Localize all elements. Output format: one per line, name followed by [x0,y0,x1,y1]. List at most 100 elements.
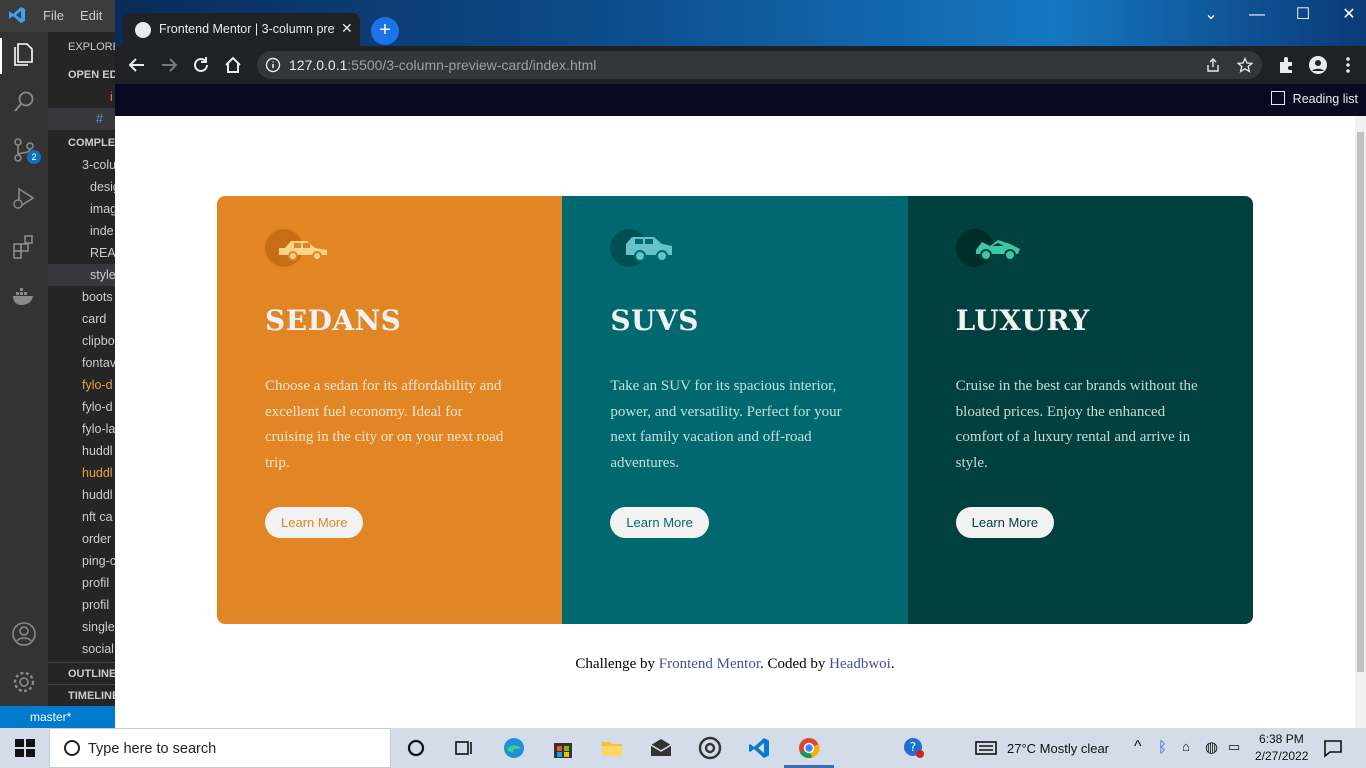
git-branch[interactable]: master* [30,710,71,724]
tray-chevron-icon[interactable]: ^ [1134,738,1142,756]
folder-item[interactable]: boots [48,286,115,308]
folder-item[interactable]: desig [48,176,115,198]
search-icon[interactable] [10,88,38,116]
card-sedans: SEDANS Choose a sedan for its affordabil… [217,196,563,624]
folder-item[interactable]: single [48,616,115,638]
edge-browser-icon[interactable] [502,736,526,760]
media-app-icon[interactable] [698,736,722,760]
reading-list-button[interactable]: Reading list [1270,91,1358,106]
task-view-icon[interactable] [452,736,476,760]
vscode-taskbar-icon[interactable] [747,736,771,760]
chrome-window: Frontend Mentor | 3-column preview card … [115,0,1366,728]
learn-more-button[interactable]: Learn More [265,507,364,538]
network-globe-icon[interactable]: ◍ [1205,738,1218,756]
address-bar[interactable]: 127.0.0.1:5500/3-column-preview-card/ind… [257,51,1262,79]
settings-gear-icon[interactable] [10,668,38,696]
menu-file[interactable]: File [43,8,64,23]
home-icon[interactable] [222,54,244,76]
folder-item[interactable]: social [48,638,115,660]
folder-item[interactable]: nft ca [48,506,115,528]
folder-item[interactable]: huddl [48,440,115,462]
run-debug-icon[interactable] [10,184,38,212]
close-window-button[interactable]: ✕ [1326,0,1366,30]
file-item-selected[interactable]: style [48,264,115,286]
workspace-header[interactable]: COMPLETE [48,132,115,154]
clock-date[interactable]: 2/27/2022 [1255,749,1308,763]
folder-item[interactable]: fylo-la [48,418,115,440]
folder-item[interactable]: order [48,528,115,550]
chrome-taskbar-icon[interactable] [797,736,821,760]
folder-item[interactable]: fylo-d [48,374,115,396]
suv-icon [610,229,673,267]
bluetooth-icon[interactable]: ᛒ [1158,739,1167,756]
forward-arrow-icon[interactable] [158,54,180,76]
bookmark-star-icon[interactable] [1237,57,1253,73]
extensions-puzzle-icon[interactable] [1275,54,1297,76]
folder-item[interactable]: imag [48,198,115,220]
open-editor-item[interactable]: i [48,86,115,108]
author-link[interactable]: Headbwoi [829,656,891,672]
folder-item[interactable]: fontav [48,352,115,374]
help-icon[interactable]: ? [902,736,926,760]
tab-search-chevron-icon[interactable]: ⌄ [1188,0,1234,30]
folder-item[interactable]: ping-c [48,550,115,572]
file-explorer-icon[interactable] [600,736,624,760]
microsoft-store-icon[interactable] [551,736,575,760]
frontend-mentor-link[interactable]: Frontend Mentor [659,656,760,672]
folder-item[interactable]: huddl [48,484,115,506]
timeline-header[interactable]: TIMELINE [48,684,115,706]
card-description: Choose a sedan for its affordability and… [265,378,504,471]
file-item[interactable]: inde [48,220,115,242]
search-placeholder: Type here to search [88,741,217,757]
maximize-button[interactable]: ☐ [1280,0,1326,30]
file-item[interactable]: REA [48,242,115,264]
share-icon[interactable] [1205,57,1221,73]
reading-list-icon [1270,91,1285,105]
extensions-icon[interactable] [10,232,38,260]
minimize-button[interactable]: — [1234,0,1280,30]
folder-item[interactable]: profil [48,594,115,616]
cortana-icon[interactable] [404,736,428,760]
tray-app-icon[interactable]: ⌂ [1182,739,1190,754]
files-icon[interactable] [10,40,38,68]
weather-text[interactable]: 27°C Mostly clear [1007,741,1109,756]
page-scrollbar[interactable] [1355,116,1366,728]
weather-icon [975,741,997,755]
folder-item[interactable]: huddl [48,462,115,484]
folder-item[interactable]: profil [48,572,115,594]
tab-title: Frontend Mentor | 3-column preview card [159,22,335,36]
battery-icon[interactable]: ▭ [1228,739,1240,755]
taskbar-search-box[interactable]: Type here to search [49,728,391,768]
tab-close-icon[interactable]: ✕ [341,20,353,37]
explorer-panel: EXPLORER OPEN ED i # COMPLETE 3-colu des… [48,32,115,706]
reload-icon[interactable] [190,54,212,76]
folder-item[interactable]: fylo-d [48,396,115,418]
account-icon[interactable] [10,620,38,648]
clock-time[interactable]: 6:38 PM [1259,732,1304,746]
chrome-menu-icon[interactable] [1337,54,1359,76]
open-editor-item-active[interactable]: # [48,108,115,130]
bookmarks-bar: Reading list [115,84,1366,116]
new-tab-button[interactable]: + [371,17,399,45]
browser-tab-active[interactable]: Frontend Mentor | 3-column preview card … [123,13,360,46]
back-arrow-icon[interactable] [126,54,148,76]
mail-icon[interactable] [649,736,673,760]
outline-header[interactable]: OUTLINE [48,662,115,684]
open-editors-header[interactable]: OPEN ED [48,64,115,86]
learn-more-button[interactable]: Learn More [610,507,709,538]
learn-more-button[interactable]: Learn More [955,507,1055,538]
scrollbar-thumb[interactable] [1357,132,1364,672]
site-info-icon[interactable] [265,57,281,73]
notifications-icon[interactable] [1321,736,1345,760]
profile-avatar-icon[interactable] [1307,54,1329,76]
folder-item[interactable]: 3-colu [48,154,115,176]
windows-taskbar: Type here to search ? 27°C Mostly clear … [0,728,1366,768]
page-viewport: SEDANS Choose a sedan for its affordabil… [115,116,1355,728]
menu-edit[interactable]: Edit [80,8,102,23]
url-text[interactable]: 127.0.0.1:5500/3-column-preview-card/ind… [289,57,596,73]
windows-start-icon[interactable] [13,736,37,760]
folder-item[interactable]: card [48,308,115,330]
docker-icon[interactable] [10,282,38,310]
folder-item[interactable]: clipbo [48,330,115,352]
card-description: Cruise in the best car brands without th… [955,378,1198,471]
